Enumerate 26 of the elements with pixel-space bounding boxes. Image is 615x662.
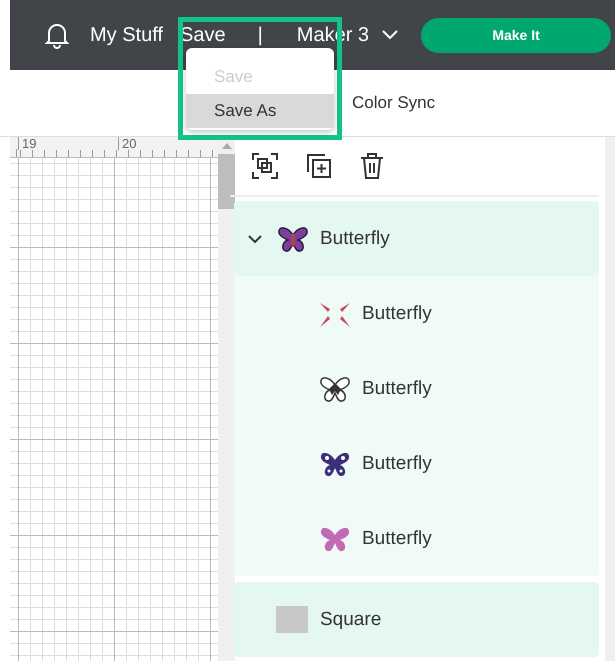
layer-name: Butterfly <box>362 452 432 474</box>
chevron-down-icon[interactable] <box>248 234 262 244</box>
layer-name: Butterfly <box>362 378 432 400</box>
layer-name: Butterfly <box>362 302 432 324</box>
layer-row[interactable]: Butterfly <box>234 501 599 576</box>
layer-group-row[interactable]: Butterfly <box>234 201 599 276</box>
scrollbar-track[interactable] <box>605 137 615 661</box>
notification-bell-icon[interactable] <box>44 21 70 49</box>
my-stuff-link[interactable]: My Stuff <box>90 24 163 46</box>
layer-row[interactable]: Butterfly <box>234 426 599 501</box>
color-sync-tab[interactable]: Color Sync <box>352 93 436 113</box>
separator: | <box>258 24 263 46</box>
group-icon[interactable] <box>252 153 278 179</box>
scroll-thumb[interactable] <box>218 154 235 209</box>
ruler-label: 19 <box>18 137 118 150</box>
layer-row[interactable]: Square <box>234 582 599 657</box>
layer-name: Butterfly <box>362 528 432 550</box>
trash-icon[interactable] <box>360 153 384 179</box>
layer-row[interactable]: Butterfly <box>234 351 599 426</box>
layer-name: Square <box>320 608 382 630</box>
scrollbar[interactable] <box>218 137 235 661</box>
butterfly-icon <box>276 224 310 252</box>
duplicate-icon[interactable] <box>306 153 332 179</box>
layer-name: Butterfly <box>320 228 390 250</box>
layer-row[interactable]: Butterfly <box>234 276 599 351</box>
menu-item[interactable]: Save As <box>186 94 334 128</box>
